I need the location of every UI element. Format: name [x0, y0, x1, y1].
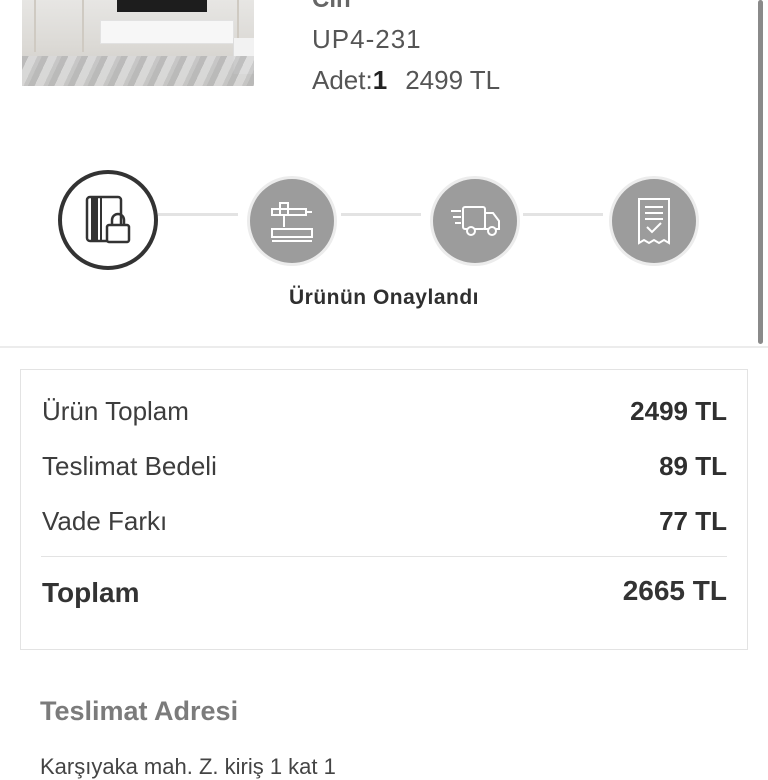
- wall-panel-line: [82, 0, 84, 52]
- total-value: 2665 TL: [622, 575, 727, 606]
- step-connector: [341, 213, 421, 216]
- rug-shape: [22, 56, 254, 86]
- workbench-tools-icon: [271, 202, 313, 242]
- delivery-fee-label: Teslimat Bedeli: [42, 451, 217, 481]
- product-image[interactable]: [22, 0, 254, 86]
- product-quantity-price: Adet:1 2499 TL: [312, 65, 500, 96]
- delivery-truck-icon: [451, 206, 500, 236]
- delivery-fee-value: 89 TL: [659, 451, 727, 481]
- installment-fee-label: Vade Farkı: [42, 506, 168, 536]
- tv-shape: [117, 0, 207, 12]
- credit-card-lock-icon: [85, 195, 131, 244]
- quantity-label: Adet:: [312, 65, 373, 95]
- product-code: UP4-231: [312, 24, 422, 54]
- tv-console-shape: [100, 20, 234, 44]
- wall-panel-line: [34, 0, 36, 52]
- section-divider: [0, 346, 768, 348]
- current-step-label: Ürünün Onaylandı: [288, 286, 479, 309]
- step-delivered[interactable]: [609, 176, 699, 266]
- product-name: Cin: [312, 0, 351, 14]
- step-connector: [158, 213, 238, 216]
- product-price: 2499 TL: [405, 65, 501, 95]
- step-production[interactable]: [247, 176, 337, 266]
- summary-divider: [41, 556, 727, 557]
- receipt-check-icon: [638, 198, 670, 245]
- order-summary-card: Ürün Toplam 2499 TL Teslimat Bedeli 89 T…: [20, 369, 748, 650]
- step-shipping[interactable]: [430, 176, 520, 266]
- subtotal-value: 2499 TL: [630, 396, 727, 426]
- delivery-address-title: Teslimat Adresi: [40, 696, 239, 726]
- subtotal-label: Ürün Toplam: [42, 396, 189, 426]
- step-approved[interactable]: [58, 170, 158, 270]
- total-label: Toplam: [42, 577, 140, 608]
- step-connector: [523, 213, 603, 216]
- installment-fee-value: 77 TL: [659, 506, 727, 536]
- delivery-address-line: Karşıyaka mah. Z. kiriş 1 kat 1: [40, 754, 336, 779]
- quantity-value: 1: [372, 65, 388, 95]
